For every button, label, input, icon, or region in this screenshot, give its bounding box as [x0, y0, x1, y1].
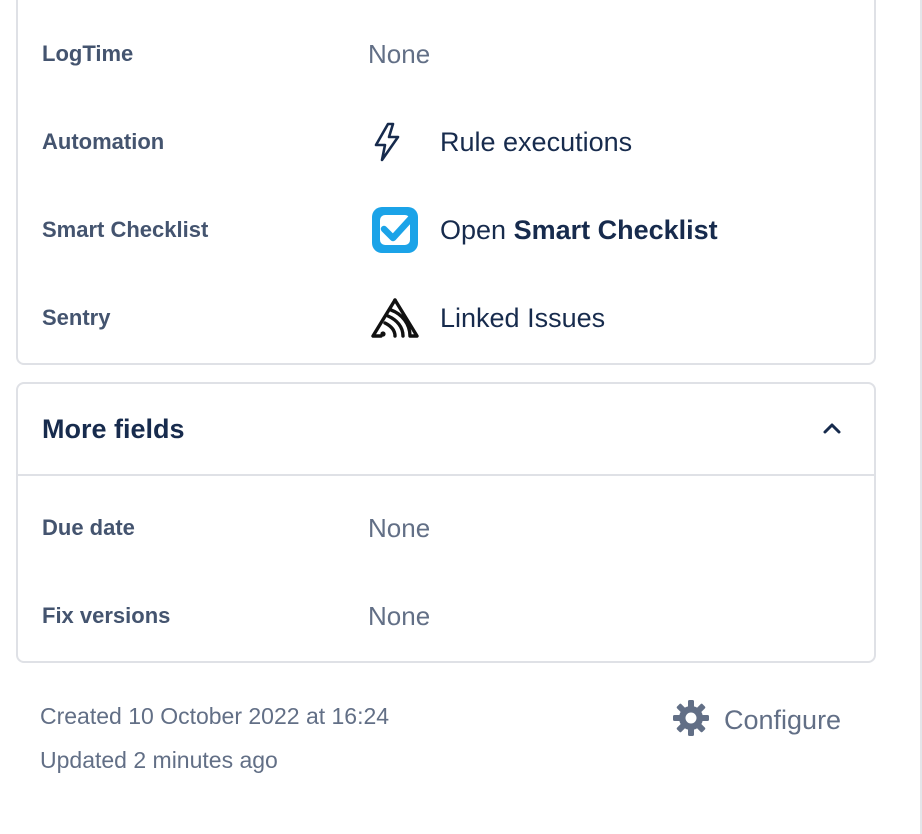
open-prefix: Open — [440, 214, 514, 245]
chevron-up-icon[interactable] — [818, 414, 846, 442]
field-label-logtime: LogTime — [42, 41, 134, 66]
more-fields-header[interactable]: More fields — [18, 384, 874, 476]
details-panel: LogTime None Automation Rule executions … — [16, 0, 876, 365]
field-row-automation: Automation Rule executions — [42, 122, 850, 162]
field-row-logtime: LogTime None — [42, 34, 850, 74]
lightning-bolt-icon — [370, 117, 420, 167]
field-row-due-date: Due date None — [42, 508, 850, 548]
field-value-due-date[interactable]: None — [368, 513, 430, 544]
issue-details-sidebar: LogTime None Automation Rule executions … — [0, 0, 922, 834]
rule-executions-label: Rule executions — [440, 126, 633, 157]
more-fields-panel: More fields Due date None Fix versions N… — [16, 382, 876, 663]
more-fields-title: More fields — [42, 414, 185, 444]
smart-checklist-icon — [370, 205, 420, 255]
field-label-fix-versions: Fix versions — [42, 603, 171, 628]
configure-label: Configure — [724, 705, 842, 735]
configure-button[interactable]: Configure — [672, 699, 841, 742]
field-value-logtime[interactable]: None — [368, 39, 430, 70]
field-row-smart-checklist: Smart Checklist Open Smart Checklist — [42, 207, 850, 253]
open-smart-checklist-link[interactable]: Open Smart Checklist — [370, 205, 718, 255]
gear-icon — [672, 699, 710, 742]
field-label-smart-checklist: Smart Checklist — [42, 217, 209, 242]
field-row-fix-versions: Fix versions None — [42, 596, 850, 636]
updated-timestamp: Updated 2 minutes ago — [40, 747, 278, 773]
smart-checklist-bold: Smart Checklist — [513, 214, 718, 245]
open-smart-checklist-label: Open Smart Checklist — [440, 215, 718, 246]
field-label-due-date: Due date — [42, 515, 135, 540]
linked-issues-label: Linked Issues — [440, 302, 606, 333]
created-timestamp: Created 10 October 2022 at 16:24 — [40, 703, 390, 729]
field-row-sentry: Sentry Linked Issues — [42, 298, 850, 338]
field-value-fix-versions[interactable]: None — [368, 601, 430, 632]
linked-issues-link[interactable]: Linked Issues — [370, 293, 605, 343]
rule-executions-link[interactable]: Rule executions — [370, 117, 632, 167]
field-label-sentry: Sentry — [42, 305, 111, 330]
sentry-icon — [370, 293, 420, 343]
field-label-automation: Automation — [42, 129, 165, 154]
